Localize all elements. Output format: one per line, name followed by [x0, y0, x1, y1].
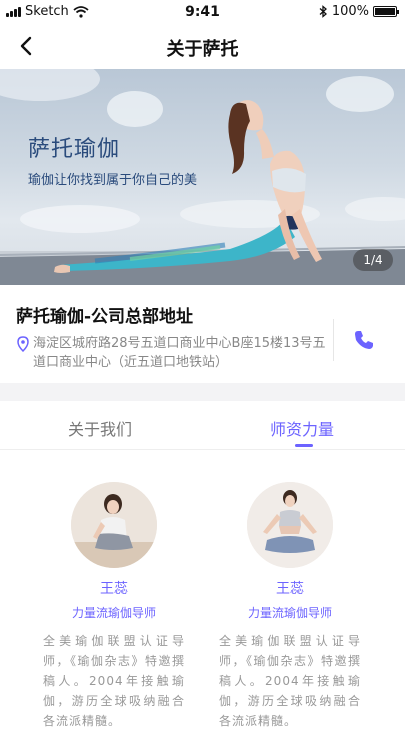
- avatar: [71, 482, 157, 568]
- active-tab-indicator: [295, 444, 313, 447]
- bluetooth-icon: [319, 5, 327, 18]
- teacher-name: 王蕊: [276, 581, 304, 597]
- address-text: 海淀区城府路28号五道口商业中心B座15楼13号五道口商业中心（近五道口地铁站）: [33, 336, 326, 370]
- avatar: [247, 482, 333, 568]
- teacher-card[interactable]: 王蕊 力量流瑜伽导师 全美瑜伽联盟认证导师，《瑜伽杂志》特邀撰稿人。2004年接…: [200, 480, 380, 731]
- status-bar: Sketch 9:41 100%: [0, 0, 405, 24]
- nav-bar: 关于萨托: [0, 24, 405, 68]
- divider: [333, 319, 334, 361]
- teacher-card[interactable]: 王蕊 力量流瑜伽导师 全美瑜伽联盟认证导师，《瑜伽杂志》特邀撰稿人。2004年接…: [24, 480, 204, 731]
- banner-subtitle: 瑜伽让你找到属于你自己的美: [28, 173, 198, 188]
- banner-title: 萨托瑜伽: [28, 137, 121, 162]
- teacher-bio: 全美瑜伽联盟认证导师，《瑜伽杂志》特邀撰稿人。2004年接触瑜伽，游历全球吸纳融…: [219, 634, 361, 728]
- tab-about-us[interactable]: 关于我们: [68, 416, 132, 440]
- call-button[interactable]: [350, 326, 378, 354]
- teacher-name: 王蕊: [100, 581, 128, 597]
- location-pin-icon: [17, 336, 29, 352]
- address-line[interactable]: 海淀区城府路28号五道口商业中心B座15楼13号五道口商业中心（近五道口地铁站）: [16, 334, 326, 372]
- address-section: 萨托瑜伽-公司总部地址 海淀区城府路28号五道口商业中心B座15楼13号五道口商…: [0, 286, 405, 382]
- teacher-title: 力量流瑜伽导师: [247, 606, 332, 620]
- tab-bar: 关于我们 师资力量: [0, 401, 405, 450]
- tab-teachers[interactable]: 师资力量: [270, 416, 334, 440]
- company-name: 萨托瑜伽-公司总部地址: [16, 307, 194, 327]
- teacher-bio: 全美瑜伽联盟认证导师，《瑜伽杂志》特邀撰稿人。2004年接触瑜伽，游历全球吸纳融…: [43, 634, 185, 728]
- banner-carousel[interactable]: 萨托瑜伽 瑜伽让你找到属于你自己的美 1/4: [0, 69, 405, 285]
- teacher-title: 力量流瑜伽导师: [71, 606, 156, 620]
- phone-icon: [355, 331, 373, 349]
- teacher-photo: [247, 482, 333, 568]
- page-title: 关于萨托: [166, 39, 239, 60]
- battery-icon: [373, 6, 399, 17]
- section-separator: [0, 383, 405, 401]
- battery-percent: 100%: [331, 4, 369, 19]
- carousel-page-indicator: 1/4: [353, 249, 393, 271]
- teacher-photo: [71, 482, 157, 568]
